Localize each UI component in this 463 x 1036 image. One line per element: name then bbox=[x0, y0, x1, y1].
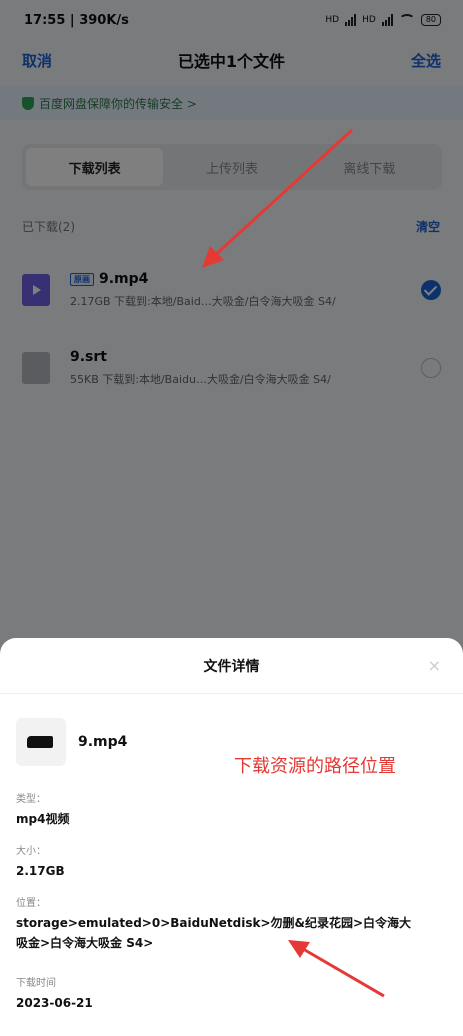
field-location: 位置： storage>emulated>0>BaiduNetdisk>勿删&纪… bbox=[16, 894, 416, 953]
field-location-label: 位置： bbox=[16, 898, 46, 909]
field-size-value: 2.17GB bbox=[16, 864, 65, 878]
field-time-label: 下载时间 bbox=[16, 978, 56, 989]
detail-file: 9.mp4 bbox=[16, 718, 127, 766]
field-location-value: storage>emulated>0>BaiduNetdisk>勿删&纪录花园>… bbox=[16, 916, 412, 950]
field-type-value: mp4视频 bbox=[16, 812, 70, 826]
field-type: 类型： mp4视频 bbox=[16, 790, 416, 829]
close-icon[interactable]: × bbox=[428, 656, 441, 675]
sheet-title: 文件详情 bbox=[203, 658, 260, 675]
field-size-label: 大小： bbox=[16, 846, 46, 857]
field-time-value: 2023-06-21 bbox=[16, 996, 93, 1010]
video-thumbnail bbox=[16, 718, 66, 766]
field-download-time: 下载时间 2023-06-21 bbox=[16, 974, 416, 1013]
file-details-sheet: 文件详情 × 9.mp4 下载资源的路径位置 类型： mp4视频 大小： 2.1… bbox=[0, 638, 463, 1036]
field-type-label: 类型： bbox=[16, 794, 46, 805]
field-size: 大小： 2.17GB bbox=[16, 842, 416, 881]
detail-file-name: 9.mp4 bbox=[78, 734, 128, 750]
annotation-note: 下载资源的路径位置 bbox=[234, 756, 396, 777]
sheet-header: 文件详情 × bbox=[0, 638, 463, 694]
